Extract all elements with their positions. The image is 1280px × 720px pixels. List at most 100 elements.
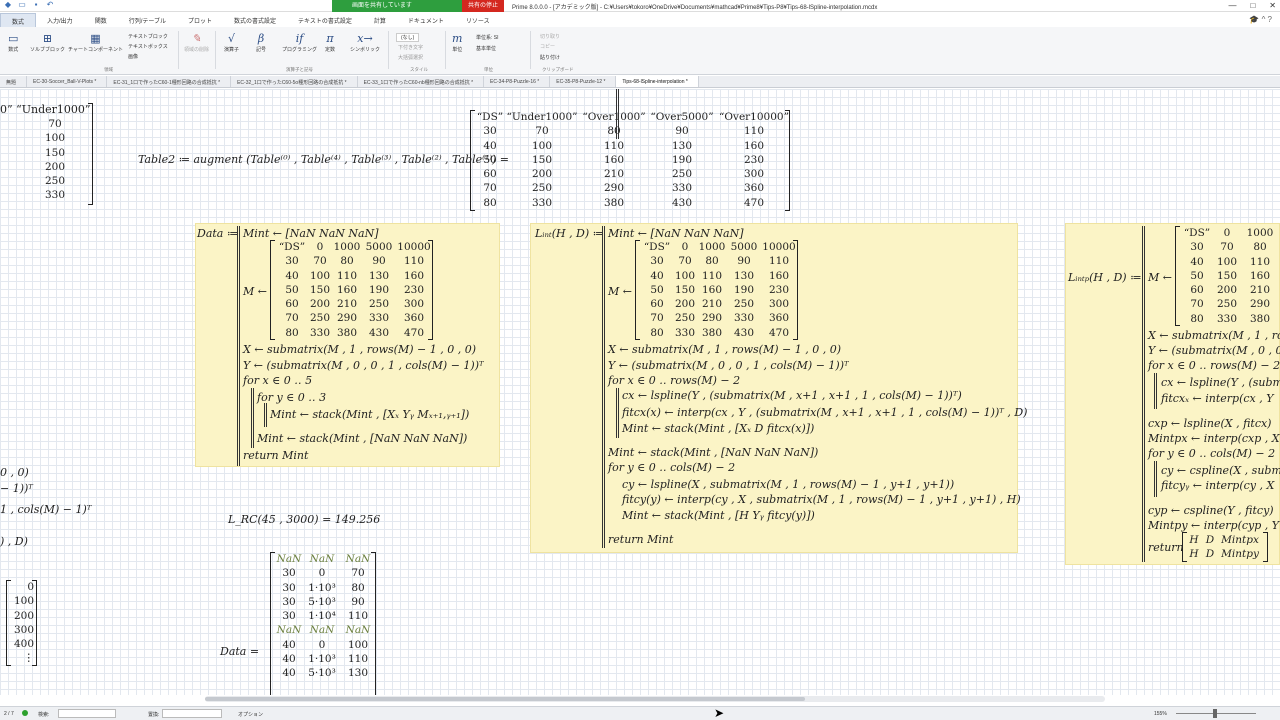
replace-input[interactable] <box>162 709 222 718</box>
matrix-cell: 50 <box>650 283 664 296</box>
bracket-select-button[interactable]: 大括弧選択 <box>398 54 423 61</box>
constants-button[interactable]: π 定数 <box>325 32 335 53</box>
matrix-cell: 290 <box>336 312 358 325</box>
m-assign: M ← <box>608 285 632 298</box>
cut-button[interactable]: 切り取り <box>540 33 560 40</box>
replace-label: 置換: <box>148 712 160 718</box>
left-fragment: 0 , 0) <box>0 466 29 479</box>
programming-button[interactable]: if プログラミング <box>282 32 317 53</box>
doc-tab[interactable]: EC-30-Soccer_Ball-V-Plots * <box>27 76 108 87</box>
tab-text-formatting[interactable]: テキストの書式設定 <box>287 13 363 27</box>
program-line: Y ← (submatrix(M , 0 , 0 , 1 , cols(M) −… <box>608 359 849 372</box>
tab-calculation[interactable]: 計算 <box>363 13 397 27</box>
matrix-cell: 300 <box>768 298 790 311</box>
solve-block-icon: ⊞ <box>42 32 53 45</box>
open-file-icon[interactable]: ▭ <box>18 1 26 9</box>
left-matrix-values: 70 100 150 200 250 330 <box>44 118 66 202</box>
tab-math[interactable]: 数式 <box>0 13 37 27</box>
program-bar <box>1154 373 1157 409</box>
matrix-cell: 210 <box>701 298 723 311</box>
doc-tab[interactable]: EC-33_1口で作ったC60-nb種形回路の合成抵抗 * <box>358 76 485 87</box>
subscript-button[interactable]: 下付き文字 <box>398 44 423 51</box>
matrix-bracket <box>1263 532 1268 562</box>
matrix-cell: 1·10³ <box>308 653 336 666</box>
matrix-cell: 1000 <box>333 241 361 253</box>
tab-matrices-tables[interactable]: 行列/テーブル <box>118 13 177 27</box>
base-units-button[interactable]: 基本単位 <box>476 45 496 52</box>
tab-document[interactable]: ドキュメント <box>397 13 455 27</box>
doc-tab[interactable]: EC-35-P8-Puzzle-12 * <box>550 76 617 87</box>
help-icon[interactable]: 🎓 ^ ? <box>1249 15 1272 24</box>
left-vector: 0 100 200 300 400 ⋮ <box>8 580 34 666</box>
unit-system-dropdown[interactable]: 単位系: SI <box>476 34 499 41</box>
matrix-cell: 130 <box>368 269 390 282</box>
symbolics-button[interactable]: x→ シンボリック <box>350 32 380 53</box>
matrix-cell: 110 <box>743 125 765 138</box>
style-dropdown[interactable]: (なし) <box>396 33 420 42</box>
lrc-evaluation[interactable]: L_RC(45 , 3000) = 149.256 <box>228 513 380 526</box>
search-input[interactable] <box>58 709 116 718</box>
matrix-cell: 250 <box>309 312 331 325</box>
matrix-cell: 0 <box>1223 227 1231 239</box>
operators-button[interactable]: √ 演算子 <box>224 32 239 53</box>
program-bar <box>602 226 605 548</box>
lintp-label: Lᵢₙₜₚ(H , D) ≔ <box>1068 271 1142 284</box>
maximize-button[interactable]: □ <box>1250 0 1255 12</box>
units-button[interactable]: m 単位 <box>452 32 462 53</box>
symbols-button[interactable]: β 記号 <box>256 32 266 53</box>
program-line: for x ∈ 0 ‥ rows(M) − 2 <box>1148 359 1280 372</box>
tab-plots[interactable]: プロット <box>177 13 223 27</box>
chart-component-button[interactable]: ▦ チャートコンポーネント <box>68 32 123 53</box>
program-line: X ← submatrix(M , 1 , ro <box>1148 329 1280 342</box>
matrix-cell: 70 <box>535 125 549 138</box>
matrix-bracket <box>470 110 475 211</box>
image-button[interactable]: 画像 <box>128 53 138 60</box>
matrix-cell: 160 <box>701 283 723 296</box>
doc-tab[interactable]: EC-32_1口で作ったC60-5o種形回路の合成抵抗 * <box>231 76 358 87</box>
copy-button[interactable]: コピー <box>540 43 555 50</box>
paste-button[interactable]: 貼り付け <box>540 54 560 61</box>
doc-tab[interactable]: EC-34-P8-Puzzle-16 * <box>484 76 551 87</box>
matrix-cell: 40 <box>282 653 296 666</box>
program-bar <box>251 388 254 448</box>
tab-math-formatting[interactable]: 数式の書式設定 <box>223 13 287 27</box>
close-button[interactable]: ✕ <box>1269 0 1276 12</box>
save-icon[interactable]: ▪ <box>32 1 40 9</box>
units-icon: m <box>452 32 463 45</box>
lintp-return-matrix: H D Mintpx H D Mintpy <box>1186 533 1262 562</box>
left-fragment: − 1))ᵀ <box>0 482 33 495</box>
matrix-bracket <box>88 103 93 205</box>
text-block-button[interactable]: テキストブロック <box>128 33 168 40</box>
math-region-button[interactable]: ▭ 数式 <box>8 32 18 53</box>
table2-definition[interactable]: Table2 ≔ augment (Table⁽⁰⁾ , Table⁽⁴⁾ , … <box>138 153 509 166</box>
text-box-button[interactable]: テキストボックス <box>128 43 168 50</box>
minimize-button[interactable]: — <box>1228 0 1236 12</box>
matrix-cell: 110 <box>1249 255 1271 268</box>
matrix-cell: 30 <box>483 125 497 138</box>
tab-functions[interactable]: 関数 <box>84 13 118 27</box>
matrix-cell: 110 <box>603 139 625 152</box>
matrix-cell: 40 <box>285 269 299 282</box>
doc-tab[interactable]: EC-31_1口で作ったC60-1種形回路の合成抵抗 * <box>107 76 232 87</box>
matrix-cell: 250 <box>674 312 696 325</box>
search-label: 検索: <box>38 712 50 718</box>
horizontal-scrollbar[interactable] <box>205 696 1105 702</box>
matrix-cell: 160 <box>768 269 790 282</box>
matrix-cell: “Over5000” <box>650 111 714 123</box>
options-button[interactable]: オプション <box>238 711 263 718</box>
undo-icon[interactable]: ↶ <box>46 1 54 9</box>
matrix-cell: 210 <box>336 298 358 311</box>
matrix-cell: 1000 <box>1246 227 1274 239</box>
worksheet[interactable]: 0” “Under1000” 70 100 150 200 250 330 Ta… <box>0 89 1280 695</box>
doc-tab[interactable]: 無題 <box>0 76 28 87</box>
tab-resources[interactable]: リソース <box>455 13 501 27</box>
zoom-slider-thumb[interactable] <box>1213 709 1217 718</box>
delete-region-button[interactable]: ✎ 領域の削除 <box>184 32 209 53</box>
tab-input-output[interactable]: 入力/出力 <box>36 13 84 27</box>
stop-sharing-button[interactable]: 共有の停止 <box>462 0 504 12</box>
solve-block-button[interactable]: ⊞ ソルブブロック <box>30 32 65 53</box>
doc-tab-active[interactable]: Tips-68-lSpline-interpolation * <box>616 76 699 87</box>
matrix-cell: 70 <box>650 312 664 325</box>
ribbon: ▭ 数式 ⊞ ソルブブロック ▦ チャートコンポーネント テキストブロック テキストボ… <box>0 27 1280 75</box>
matrix-cell: 300 <box>403 298 425 311</box>
